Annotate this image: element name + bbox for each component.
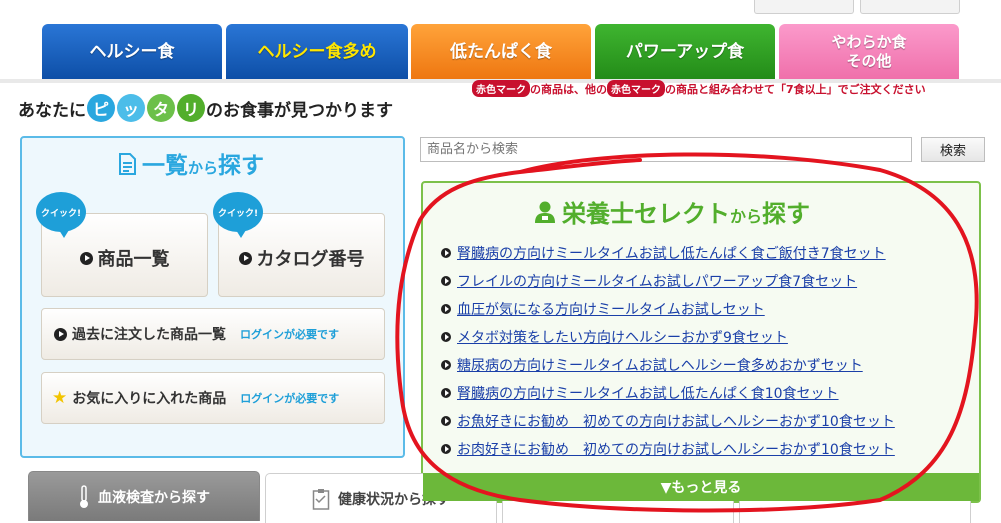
headline-before: あなたに [18,100,86,121]
product-list-label: 商品一覧 [97,249,170,270]
list-item: お肉好きにお勧め 初めての方向けお試しヘルシーおかず10食セット [441,439,895,459]
list-item: 糖尿病の方向けミールタイムお試しヘルシー食多めおかずセット [441,355,863,375]
red-mark-badge: 赤色マーク [472,80,530,97]
show-more-button[interactable]: ▼もっと見る [423,473,979,501]
headline-bubble: ピ [87,94,115,122]
play-icon [441,332,451,342]
play-icon [441,248,451,258]
search-button[interactable]: 検索 [921,137,985,162]
recommended-set-link[interactable]: お肉好きにお勧め 初めての方向けお試しヘルシーおかず10食セット [457,439,895,459]
tab-healthy[interactable]: ヘルシー食 [42,24,222,80]
tab-low-protein[interactable]: 低たんぱく食 [411,24,591,80]
recommended-set-link[interactable]: お魚好きにお勧め 初めての方向けお試しヘルシーおかず10食セット [457,411,895,431]
quick-badge: クイック! [36,192,86,238]
login-required-note: ログインが必要です [240,392,340,405]
clipboard-icon [312,488,330,510]
tab-power-up[interactable]: パワーアップ食 [595,24,775,80]
headline-bubble: リ [177,94,205,122]
tab-label: パワーアップ食 [625,41,745,62]
play-icon [79,251,93,265]
tab-healthy-large[interactable]: ヘルシー食多め [226,24,408,80]
headline-bubble: ッ [117,94,145,122]
order-notice: 赤色マーク の商品は、他の 赤色マーク の商品と組み合わせて「7食以上」でご注文くださ… [472,80,926,97]
list-item: 腎臓病の方向けミールタイムお試し低たんぱく食ご飯付き7食セット [441,243,886,263]
play-icon [441,444,451,454]
headline-after: のお食事が見つかります [206,100,393,121]
play-icon [441,360,451,370]
tab-label: ヘルシー食 [89,41,175,62]
dietitian-icon [535,201,555,223]
headline-bubble: タ [147,94,175,122]
past-orders-label: 過去に注文した商品一覧 [72,327,226,343]
login-required-note: ログインが必要です [240,328,339,341]
tab-label: ヘルシー食多め [257,41,377,62]
recommended-set-link[interactable]: メタボ対策をしたい方向けヘルシーおかず9食セット [457,327,788,347]
notice-text-1: の商品は、他の [530,83,607,96]
favorites-label: お気に入りに入れた商品 [72,391,227,407]
play-icon [238,251,252,265]
tab-label-2: その他 [846,52,892,70]
tab-soft-food[interactable]: やわらか食 その他 [779,24,959,80]
page-headline: あなたに ピ ッ タ リ のお食事が見つかります [18,94,393,122]
red-mark-badge: 赤色マーク [607,80,665,97]
recommended-set-link[interactable]: 腎臓病の方向けミールタイムお試し低たんぱく食ご飯付き7食セット [457,243,886,263]
recommended-set-link[interactable]: 血圧が気になる方向けミールタイムお試しセット [457,299,765,319]
list-search-title: 一覧から探す [118,146,264,180]
show-more-label: ▼もっと見る [660,480,742,496]
recommended-set-link[interactable]: 糖尿病の方向けミールタイムお試しヘルシー食多めおかずセット [457,355,863,375]
quick-badge: クイック! [213,192,263,238]
top-utility-button-2[interactable] [860,0,960,14]
tab-blood-test[interactable]: 血液検査から探す [28,471,260,521]
play-icon [441,276,451,286]
list-item: 血圧が気になる方向けミールタイムお試しセット [441,299,765,319]
favorites-button[interactable]: ★ お気に入りに入れた商品 ログインが必要です [41,372,385,424]
tab-label: 低たんぱく食 [450,41,552,62]
document-icon [119,153,136,175]
play-icon [441,304,451,314]
tab-blood-test-label: 血液検査から探す [98,489,210,506]
notice-text-2: の商品と組み合わせて「7食以上」でご注文ください [665,83,926,96]
recommended-set-link[interactable]: フレイルの方向けミールタイムお試しパワーアップ食7食セット [457,271,857,291]
recommended-set-link[interactable]: 腎臓病の方向けミールタイムお試し低たんぱく食10食セット [457,383,839,403]
play-icon [441,388,451,398]
star-icon: ★ [52,388,68,408]
thermometer-icon [80,484,88,508]
tab-label: やわらか食 [831,33,907,51]
catalog-number-label: カタログ番号 [256,249,365,270]
list-item: 腎臓病の方向けミールタイムお試し低たんぱく食10食セット [441,383,839,403]
search-input[interactable] [420,137,912,162]
play-icon [441,416,451,426]
list-item: フレイルの方向けミールタイムお試しパワーアップ食7食セット [441,271,857,291]
top-utility-button-1[interactable] [754,0,854,14]
dietitian-select-title: 栄養士セレクトから探す [534,194,810,229]
list-item: メタボ対策をしたい方向けヘルシーおかず9食セット [441,327,788,347]
past-orders-button[interactable]: 過去に注文した商品一覧 ログインが必要です [41,308,385,360]
play-icon [54,327,67,341]
list-item: お魚好きにお勧め 初めての方向けお試しヘルシーおかず10食セット [441,411,895,431]
